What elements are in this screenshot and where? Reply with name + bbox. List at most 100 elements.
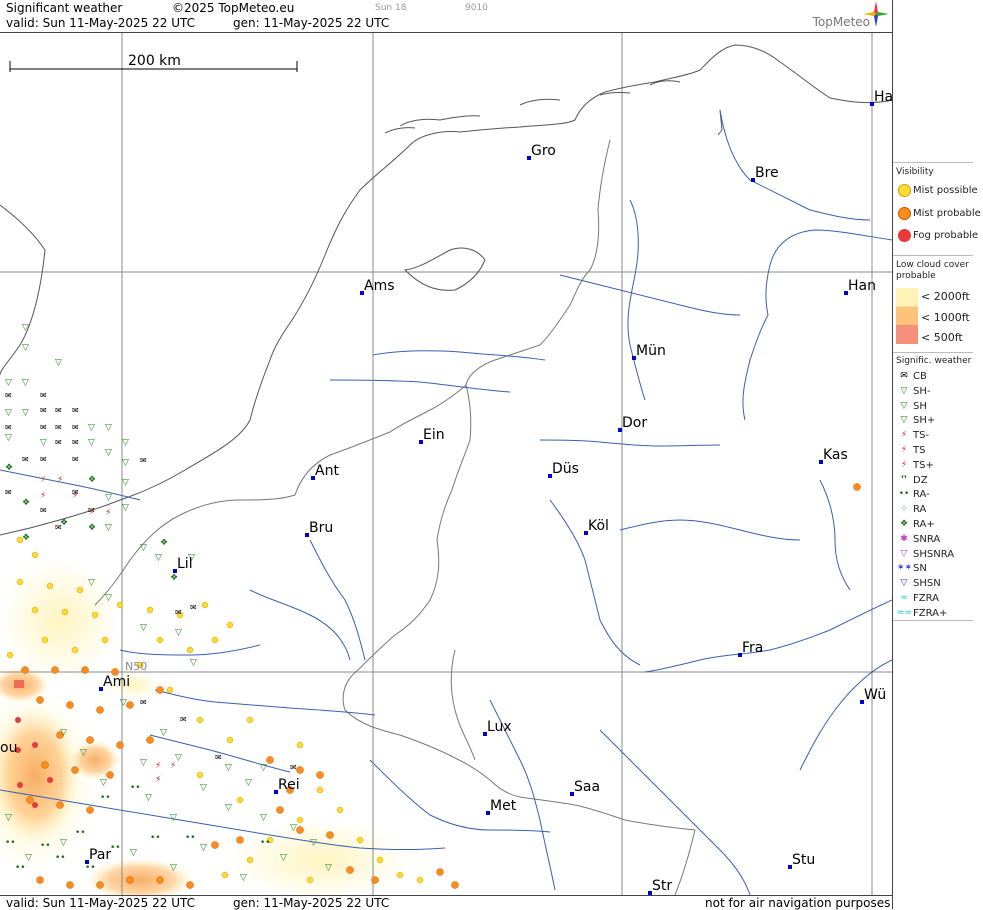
snow-shower-icon: ▽ bbox=[900, 578, 908, 589]
day-tag: Sun 18 bbox=[375, 3, 407, 13]
weather-legend-label: SH+ bbox=[913, 415, 936, 427]
svg-text:▽: ▽ bbox=[40, 438, 47, 448]
city-label-ha: Ha bbox=[874, 89, 892, 105]
svg-text:✉: ✉ bbox=[72, 438, 79, 447]
svg-text:❖: ❖ bbox=[5, 463, 13, 473]
snow-rain-shower-icon: ▽ bbox=[900, 548, 908, 559]
weather-legend-label: RA+ bbox=[913, 519, 935, 530]
svg-text:▽: ▽ bbox=[190, 658, 197, 668]
svg-text:▽: ▽ bbox=[122, 458, 129, 468]
city-label-ant: Ant bbox=[315, 463, 339, 479]
svg-text:✉: ✉ bbox=[55, 423, 62, 432]
city-label-ou: ou bbox=[0, 740, 17, 756]
rain-icon: ⁘ bbox=[900, 504, 908, 515]
weather-legend-label: SHSN bbox=[913, 578, 941, 590]
svg-text:▽: ▽ bbox=[105, 448, 112, 458]
city-label-düs: Düs bbox=[552, 461, 579, 477]
svg-text:••: •• bbox=[185, 833, 196, 843]
shower-icon: ▽ bbox=[900, 400, 908, 411]
svg-text:⚡: ⚡ bbox=[155, 775, 161, 785]
valid-time: valid: Sun 11-May-2025 22 UTC bbox=[6, 16, 195, 30]
cloud-label-2000: < 2000ft bbox=[921, 290, 970, 303]
rivers bbox=[0, 109, 892, 895]
weather-legend-label: DZ bbox=[913, 474, 928, 486]
svg-text:▽: ▽ bbox=[88, 423, 95, 433]
svg-text:✉: ✉ bbox=[190, 603, 197, 612]
svg-text:▽: ▽ bbox=[22, 408, 29, 418]
cb-icon: ✉ bbox=[900, 371, 908, 381]
svg-text:❖: ❖ bbox=[22, 498, 30, 508]
svg-text:▽: ▽ bbox=[122, 438, 129, 448]
svg-text:▽: ▽ bbox=[60, 728, 67, 738]
city-label-bre: Bre bbox=[755, 165, 779, 181]
svg-text:⚡: ⚡ bbox=[40, 475, 46, 485]
city-label-ami: Ami bbox=[103, 674, 130, 690]
svg-text:❖: ❖ bbox=[170, 573, 178, 583]
svg-text:✉: ✉ bbox=[22, 455, 29, 464]
city-label-met: Met bbox=[490, 798, 517, 814]
svg-text:✉: ✉ bbox=[40, 406, 47, 415]
svg-text:✉: ✉ bbox=[215, 753, 222, 762]
svg-text:✉: ✉ bbox=[290, 763, 297, 772]
svg-text:✉: ✉ bbox=[5, 423, 12, 432]
city-label-bru: Bru bbox=[309, 520, 333, 536]
svg-text:▽: ▽ bbox=[22, 378, 29, 388]
svg-text:▽: ▽ bbox=[105, 493, 112, 503]
weather-legend-label: SH- bbox=[913, 385, 931, 397]
weather-legend-label: RA- bbox=[913, 489, 930, 501]
svg-text:▽: ▽ bbox=[5, 813, 12, 823]
svg-text:▽: ▽ bbox=[260, 813, 267, 823]
svg-text:✉: ✉ bbox=[40, 391, 47, 400]
drizzle-icon: ❜❜ bbox=[901, 474, 907, 485]
svg-text:❖: ❖ bbox=[22, 533, 30, 543]
mist-possible-icon bbox=[897, 184, 911, 200]
footer-valid-time: valid: Sun 11-May-2025 22 UTC bbox=[6, 896, 195, 910]
svg-text:▽: ▽ bbox=[140, 758, 147, 768]
product-code: 9010 bbox=[465, 3, 488, 13]
weather-legend-label: TS bbox=[913, 445, 926, 456]
visibility-label-fog-probable: Fog probable bbox=[913, 230, 979, 241]
visibility-label-mist-probable: Mist probable bbox=[913, 208, 981, 219]
svg-text:✉: ✉ bbox=[180, 715, 187, 724]
city-label-saa: Saa bbox=[574, 779, 600, 795]
svg-text:▽: ▽ bbox=[5, 408, 12, 418]
generated-time: gen: 11-May-2025 22 UTC bbox=[233, 16, 390, 30]
svg-text:✉: ✉ bbox=[72, 455, 79, 464]
weather-legend-label: SH bbox=[913, 400, 927, 412]
svg-text:▽: ▽ bbox=[88, 578, 95, 588]
product-title: Significant weather bbox=[6, 1, 123, 15]
svg-text:▽: ▽ bbox=[170, 863, 177, 873]
lat-lon-grid bbox=[0, 33, 892, 895]
visibility-legend-title: Visibility bbox=[896, 167, 934, 177]
svg-text:••: •• bbox=[150, 833, 161, 843]
copyright-text: ©2025 TopMeteo.eu bbox=[172, 1, 295, 15]
weather-map[interactable]: ▽ ▽ ▽ ▽ ▽ ▽ ▽ ▽ ▽ ▽ ▽ ▽ ▽ ▽ ▽ ▽ ▽ ▽ ▽ ▽ ▽ ▽ ▽ ▽ ▽ ▽ ▽ ▽ ▽ ▽ … bbox=[0, 33, 892, 895]
svg-text:▽: ▽ bbox=[245, 778, 252, 788]
svg-text:▽: ▽ bbox=[22, 323, 29, 333]
svg-text:▽: ▽ bbox=[260, 763, 267, 773]
svg-text:▽: ▽ bbox=[105, 423, 112, 433]
svg-text:✉: ✉ bbox=[175, 608, 182, 617]
svg-text:▽: ▽ bbox=[310, 838, 317, 848]
svg-text:❖: ❖ bbox=[88, 523, 96, 533]
svg-text:✉: ✉ bbox=[40, 423, 47, 432]
weather-legend-label: SHSNRA bbox=[913, 548, 955, 560]
city-label-lux: Lux bbox=[487, 719, 512, 735]
compass-logo-icon bbox=[863, 1, 889, 27]
footer-generated-time: gen: 11-May-2025 22 UTC bbox=[233, 896, 390, 910]
svg-text:▽: ▽ bbox=[240, 873, 247, 883]
svg-text:▽: ▽ bbox=[55, 358, 62, 368]
scale-label: 200 km bbox=[128, 53, 181, 69]
svg-text:▽: ▽ bbox=[170, 813, 177, 823]
svg-text:▽: ▽ bbox=[100, 778, 107, 788]
svg-text:⚡: ⚡ bbox=[72, 491, 78, 501]
svg-text:⚡: ⚡ bbox=[155, 761, 161, 771]
svg-text:▽: ▽ bbox=[105, 523, 112, 533]
freezing-rain-icon: ≈ bbox=[900, 593, 908, 603]
fog-probable-icon bbox=[897, 229, 911, 245]
svg-text:✉: ✉ bbox=[40, 455, 47, 464]
city-label-ams: Ams bbox=[364, 278, 395, 294]
weather-legend-label: SN bbox=[913, 563, 927, 575]
city-label-stu: Stu bbox=[792, 852, 815, 868]
cloud-label-500: < 500ft bbox=[921, 331, 963, 344]
